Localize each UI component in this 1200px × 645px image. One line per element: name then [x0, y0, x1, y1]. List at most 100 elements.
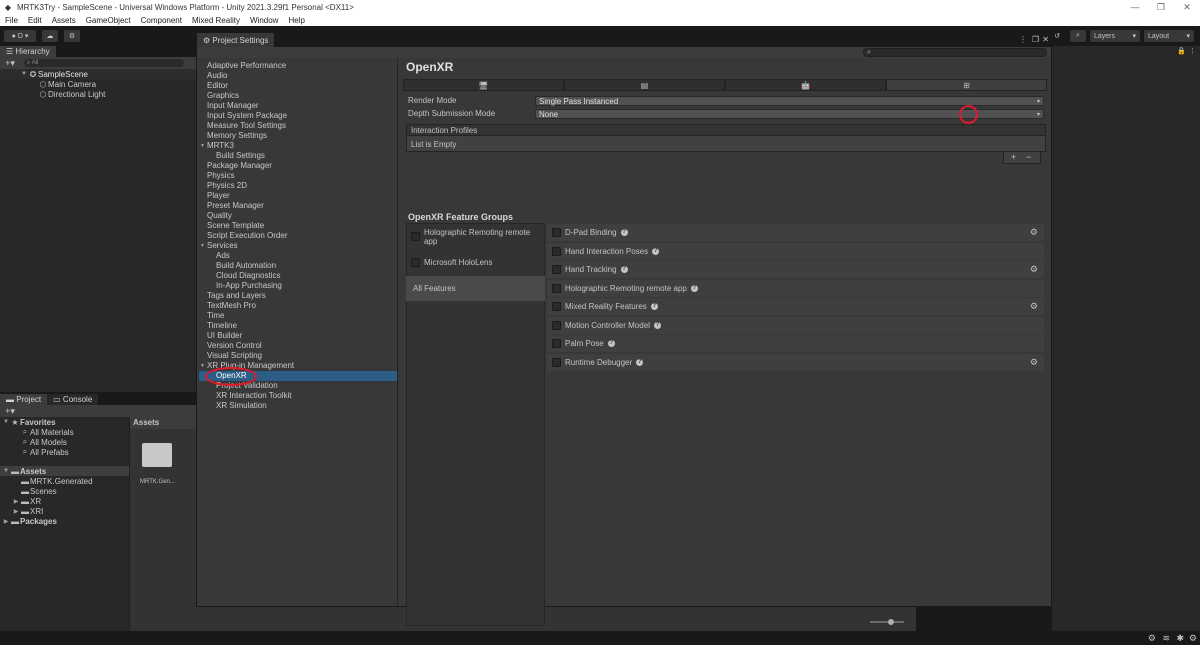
settings-category-preset-manager[interactable]: Preset Manager: [199, 201, 397, 211]
settings-category-script-execution-order[interactable]: Script Execution Order: [199, 231, 397, 241]
tab-hierarchy[interactable]: ☰ Hierarchy: [0, 46, 56, 57]
feature-checkbox[interactable]: [552, 320, 561, 330]
feature-row[interactable]: Motion Controller Model?: [547, 316, 1044, 334]
settings-category-version-control[interactable]: Version Control: [199, 341, 397, 351]
settings-category-xr-interaction-toolkit[interactable]: XR Interaction Toolkit: [199, 391, 397, 401]
settings-category-textmesh-pro[interactable]: TextMesh Pro: [199, 301, 397, 311]
settings-category-physics-2d[interactable]: Physics 2D: [199, 181, 397, 191]
history-icon[interactable]: ↺: [1050, 30, 1064, 42]
settings-category-services[interactable]: ▼ Services: [199, 241, 397, 251]
foldout-icon[interactable]: ▼: [200, 141, 205, 151]
tab-platform-android[interactable]: 🤖: [725, 79, 886, 91]
hierarchy-item[interactable]: ⬡ Main Camera: [0, 79, 196, 89]
settings-category-package-manager[interactable]: Package Manager: [199, 161, 397, 171]
tab-platform-desktop[interactable]: 🖥: [403, 79, 564, 91]
feature-group-item[interactable]: All Features: [406, 276, 545, 301]
asset-folder[interactable]: ▶ ▬ XRI: [0, 506, 129, 516]
network-icon[interactable]: ⚙: [1148, 633, 1156, 644]
feature-row[interactable]: Runtime Debugger? ⚙: [547, 353, 1044, 371]
help-icon[interactable]: ?: [650, 303, 658, 310]
feature-checkbox[interactable]: [552, 246, 561, 256]
help-icon[interactable]: ?: [652, 247, 660, 255]
hierarchy-search-input[interactable]: ⌕ All: [24, 59, 184, 67]
foldout-icon[interactable]: ▼: [20, 71, 28, 77]
add-icon[interactable]: +▾: [0, 406, 20, 417]
feature-row[interactable]: D-Pad Binding? ⚙: [547, 224, 1044, 241]
menu-item-file[interactable]: File: [0, 16, 23, 25]
settings-category-graphics[interactable]: Graphics: [199, 91, 397, 101]
settings-category-in-app-purchasing[interactable]: In-App Purchasing: [199, 281, 397, 291]
settings-category-audio[interactable]: Audio: [199, 71, 397, 81]
lock-icon[interactable]: 🔒: [1177, 47, 1186, 55]
help-icon[interactable]: ?: [620, 266, 628, 273]
settings-category-ui-builder[interactable]: UI Builder: [199, 331, 397, 341]
menu-item-help[interactable]: Help: [283, 16, 309, 25]
menu-item-gameobject[interactable]: GameObject: [81, 16, 136, 25]
feature-row[interactable]: Hand Interaction Poses?: [547, 242, 1044, 260]
settings-category-tags-and-layers[interactable]: Tags and Layers: [199, 291, 397, 301]
layers-status-icon[interactable]: ≋: [1162, 633, 1170, 644]
settings-category-memory-settings[interactable]: Memory Settings: [199, 131, 397, 141]
foldout-icon[interactable]: ▼: [200, 241, 205, 251]
favorites-row[interactable]: ▼ ★ Favorites: [0, 417, 129, 427]
settings-category-input-system-package[interactable]: Input System Package: [199, 111, 397, 121]
settings-search-input[interactable]: ⌕: [863, 48, 1047, 57]
settings-category-cloud-diagnostics[interactable]: Cloud Diagnostics: [199, 271, 397, 281]
add-icon[interactable]: +▾: [0, 58, 20, 69]
feature-group-checkbox[interactable]: [411, 232, 420, 241]
feature-checkbox[interactable]: [552, 265, 561, 274]
settings-category-time[interactable]: Time: [199, 311, 397, 321]
menu-item-mixed-reality[interactable]: Mixed Reality: [187, 16, 245, 25]
tab-console[interactable]: ▭ Console: [47, 394, 99, 405]
menu-item-window[interactable]: Window: [245, 16, 283, 25]
favorite-item[interactable]: ⌕ All Models: [0, 437, 129, 447]
folder-tile[interactable]: [142, 443, 174, 471]
minimize-icon[interactable]: —: [1122, 0, 1148, 14]
maximize-icon[interactable]: ❐: [1032, 35, 1039, 44]
settings-category-mrtk3[interactable]: ▼ MRTK3: [199, 141, 397, 151]
settings-category-adaptive-performance[interactable]: Adaptive Performance: [199, 61, 397, 71]
cloud-icon[interactable]: ☁: [42, 30, 58, 42]
close-icon[interactable]: ✕: [1174, 0, 1200, 14]
collab-icon[interactable]: ⚙: [64, 30, 80, 42]
help-icon[interactable]: ?: [636, 358, 644, 366]
tab-platform-webgl[interactable]: ▤: [564, 79, 725, 91]
scene-row[interactable]: ▼ ✪ SampleScene: [0, 69, 196, 79]
feature-row[interactable]: Holographic Remoting remote app?: [547, 279, 1044, 297]
feature-checkbox[interactable]: [552, 339, 561, 348]
foldout-icon[interactable]: ▼: [200, 361, 205, 371]
account-dropdown[interactable]: ● D ▾: [4, 30, 36, 42]
feature-checkbox[interactable]: [552, 357, 561, 367]
feature-group-item[interactable]: Holographic Remoting remote app: [406, 224, 545, 249]
settings-icon[interactable]: ⚙: [1189, 633, 1197, 644]
help-icon[interactable]: ?: [620, 229, 628, 236]
feature-row[interactable]: Hand Tracking? ⚙: [547, 261, 1044, 278]
asset-folder[interactable]: ▶ ▬ XR: [0, 496, 129, 506]
settings-category-build-settings[interactable]: Build Settings: [199, 151, 397, 161]
settings-category-editor[interactable]: Editor: [199, 81, 397, 91]
settings-category-build-automation[interactable]: Build Automation: [199, 261, 397, 271]
tab-project[interactable]: ▬ Project: [0, 394, 48, 405]
settings-category-measure-tool-settings[interactable]: Measure Tool Settings: [199, 121, 397, 131]
gear-icon[interactable]: ⚙: [1030, 301, 1038, 312]
menu-item-component[interactable]: Component: [136, 16, 187, 25]
favorite-item[interactable]: ⌕ All Materials: [0, 427, 129, 437]
remove-profile-button[interactable]: −: [1026, 152, 1031, 162]
interaction-profiles-header[interactable]: Interaction Profiles: [406, 124, 1046, 136]
gear-icon[interactable]: ⚙: [1030, 264, 1038, 275]
settings-category-timeline[interactable]: Timeline: [199, 321, 397, 331]
settings-category-input-manager[interactable]: Input Manager: [199, 101, 397, 111]
favorite-item[interactable]: ⌕ All Prefabs: [0, 447, 129, 457]
search-icon[interactable]: ⌕: [1070, 30, 1086, 42]
maximize-icon[interactable]: ❐: [1148, 0, 1174, 14]
feature-checkbox[interactable]: [552, 302, 561, 311]
settings-category-quality[interactable]: Quality: [199, 211, 397, 221]
gear-icon[interactable]: ⚙: [1030, 227, 1038, 238]
add-profile-button[interactable]: +: [1011, 152, 1016, 162]
debug-icon[interactable]: ✱: [1176, 633, 1184, 644]
help-icon[interactable]: ?: [607, 340, 615, 347]
feature-group-checkbox[interactable]: [411, 258, 420, 267]
hierarchy-item[interactable]: ⬡ Directional Light: [0, 89, 196, 99]
feature-row[interactable]: Palm Pose?: [547, 335, 1044, 352]
layers-dropdown[interactable]: Layers ▾: [1090, 30, 1140, 42]
